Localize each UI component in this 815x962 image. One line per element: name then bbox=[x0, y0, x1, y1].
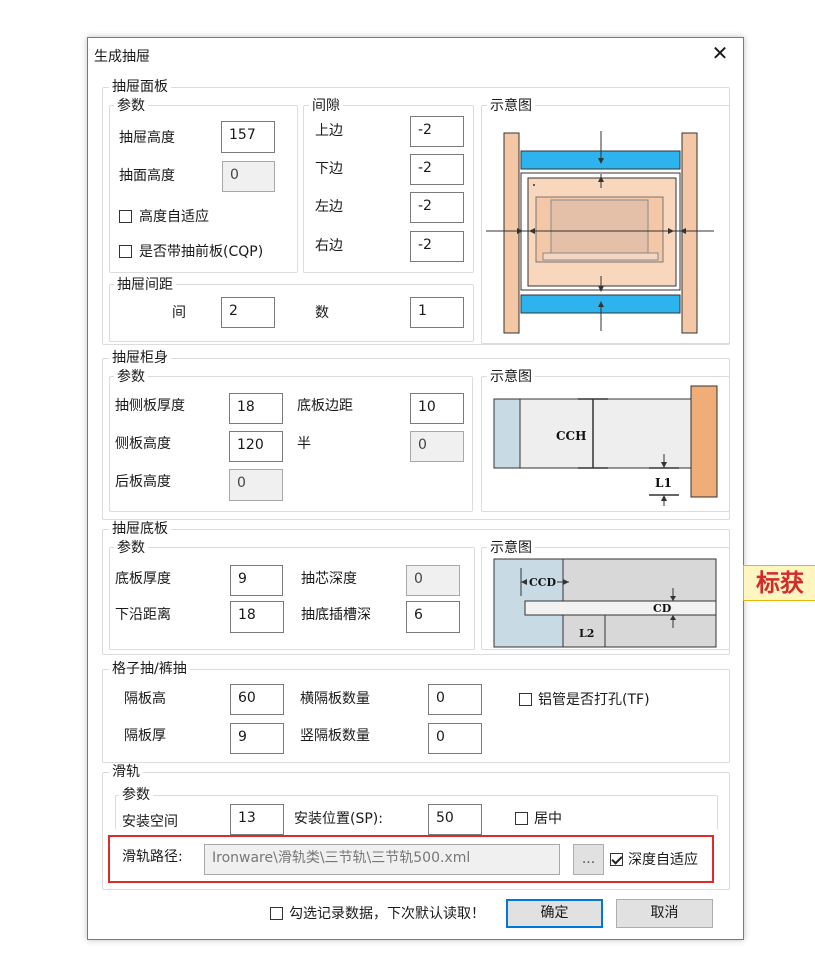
gap-top-input[interactable]: -2 bbox=[410, 116, 464, 147]
gap-top-label: 上边 bbox=[315, 123, 343, 139]
back-height-label: 后板高度 bbox=[115, 474, 171, 490]
drawer-height-input[interactable]: 157 bbox=[221, 121, 275, 153]
bottom-thickness-label: 底板厚度 bbox=[115, 571, 171, 587]
cancel-button[interactable]: 取消 bbox=[616, 899, 713, 928]
ok-button[interactable]: 确定 bbox=[506, 899, 603, 928]
side-thickness-input[interactable]: 18 bbox=[229, 393, 283, 424]
core-depth-input[interactable]: 0 bbox=[406, 565, 460, 596]
bottom-diagram-image: CCD CD L2 bbox=[493, 558, 717, 648]
rail-params-title: 参数 bbox=[119, 787, 153, 803]
divider-thickness-label: 隔板厚 bbox=[124, 728, 166, 744]
tube-drill-label: 铝管是否打孔(TF) bbox=[538, 692, 650, 708]
body-params-title: 参数 bbox=[114, 369, 148, 385]
auto-depth-checkbox[interactable] bbox=[610, 853, 623, 866]
rail-params-group bbox=[115, 795, 718, 830]
grid-group-title: 格子抽/裤抽 bbox=[109, 661, 190, 677]
slot-depth-label: 抽底插槽深 bbox=[301, 607, 371, 623]
side-thickness-label: 抽侧板厚度 bbox=[115, 398, 185, 414]
count-label: 数 bbox=[315, 305, 329, 321]
l2-label: L2 bbox=[579, 627, 594, 640]
rail-group-title: 滑轨 bbox=[109, 764, 143, 780]
bottom-group-title: 抽屉底板 bbox=[109, 521, 171, 537]
half-label: 半 bbox=[297, 436, 311, 452]
drawer-height-label: 抽屉高度 bbox=[119, 130, 175, 146]
install-position-label: 安装位置(SP): bbox=[294, 811, 383, 827]
lower-distance-label: 下沿距离 bbox=[115, 607, 171, 623]
body-diagram-image: CCH L1 bbox=[493, 385, 718, 506]
close-icon[interactable]: ✕ bbox=[708, 42, 732, 66]
divider-height-input[interactable]: 60 bbox=[230, 684, 284, 715]
side-height-input[interactable]: 120 bbox=[229, 431, 283, 462]
bottom-margin-label: 底板边距 bbox=[297, 398, 353, 414]
body-group-title: 抽屉柜身 bbox=[109, 350, 171, 366]
h-divider-count-label: 横隔板数量 bbox=[300, 691, 370, 707]
panel-diagram-title: 示意图 bbox=[487, 98, 535, 114]
gap-right-label: 右边 bbox=[315, 238, 343, 254]
v-divider-count-input[interactable]: 0 bbox=[428, 723, 482, 754]
v-divider-count-label: 竖隔板数量 bbox=[300, 728, 370, 744]
side-tag: 标获 bbox=[743, 565, 815, 601]
gap-left-input[interactable]: -2 bbox=[410, 192, 464, 223]
spacing-title: 抽屉间距 bbox=[114, 277, 176, 293]
back-height-input[interactable]: 0 bbox=[229, 469, 283, 501]
side-height-label: 侧板高度 bbox=[115, 436, 171, 452]
bottom-thickness-input[interactable]: 9 bbox=[230, 565, 283, 596]
grid-group bbox=[102, 669, 730, 763]
gap-title: 间隙 bbox=[309, 98, 343, 114]
core-depth-label: 抽芯深度 bbox=[301, 571, 357, 587]
cch-label: CCH bbox=[556, 429, 586, 443]
front-board-checkbox[interactable] bbox=[119, 245, 132, 258]
bottom-margin-input[interactable]: 10 bbox=[410, 393, 464, 424]
install-position-input[interactable]: 50 bbox=[428, 804, 482, 835]
face-height-input[interactable]: 0 bbox=[222, 161, 275, 192]
center-checkbox[interactable] bbox=[515, 812, 528, 825]
auto-height-checkbox[interactable] bbox=[119, 210, 132, 223]
face-height-label: 抽面高度 bbox=[119, 168, 175, 184]
spacing-label: 间 bbox=[172, 305, 186, 321]
generate-drawer-dialog: 生成抽屉 ✕ 抽屉面板 参数 抽屉高度 157 抽面高度 0 高度自适应 是否带… bbox=[87, 37, 744, 940]
gap-bottom-input[interactable]: -2 bbox=[410, 154, 464, 185]
remember-label: 勾选记录数据，下次默认读取！ bbox=[289, 906, 485, 922]
gap-bottom-label: 下边 bbox=[315, 161, 343, 177]
spacing-input[interactable]: 2 bbox=[221, 297, 275, 328]
install-space-label: 安装空间 bbox=[122, 814, 178, 830]
browse-button[interactable]: ... bbox=[573, 844, 604, 875]
divider-thickness-input[interactable]: 9 bbox=[230, 723, 284, 754]
auto-depth-label: 深度自适应 bbox=[628, 852, 698, 868]
gap-right-input[interactable]: -2 bbox=[410, 231, 464, 262]
rail-path-input[interactable]: Ironware\滑轨类\三节轨\三节轨500.xml bbox=[204, 844, 560, 875]
bottom-diagram-title: 示意图 bbox=[487, 540, 535, 556]
half-input[interactable]: 0 bbox=[410, 431, 464, 462]
count-input[interactable]: 1 bbox=[410, 297, 464, 328]
install-space-input[interactable]: 13 bbox=[230, 804, 284, 835]
bottom-params-group bbox=[109, 547, 475, 650]
tube-drill-checkbox[interactable] bbox=[519, 693, 532, 706]
cd-label: CD bbox=[653, 602, 672, 615]
lower-distance-input[interactable]: 18 bbox=[230, 601, 284, 633]
divider-height-label: 隔板高 bbox=[124, 691, 166, 707]
h-divider-count-input[interactable]: 0 bbox=[428, 684, 482, 715]
remember-checkbox[interactable] bbox=[270, 907, 283, 920]
front-board-label: 是否带抽前板(CQP) bbox=[139, 244, 264, 260]
panel-params-title: 参数 bbox=[114, 98, 148, 114]
bottom-params-title: 参数 bbox=[114, 540, 148, 556]
ccd-label: CCD bbox=[529, 576, 557, 589]
gap-left-label: 左边 bbox=[315, 199, 343, 215]
l1-label: L1 bbox=[655, 476, 672, 490]
body-diagram-title: 示意图 bbox=[487, 369, 535, 385]
dialog-title: 生成抽屉 bbox=[94, 49, 150, 65]
rail-path-label: 滑轨路径: bbox=[122, 849, 183, 865]
auto-height-label: 高度自适应 bbox=[139, 209, 209, 225]
panel-diagram-image bbox=[486, 131, 714, 334]
panel-group-title: 抽屉面板 bbox=[109, 79, 171, 95]
center-label: 居中 bbox=[534, 811, 562, 827]
slot-depth-input[interactable]: 6 bbox=[406, 601, 460, 633]
